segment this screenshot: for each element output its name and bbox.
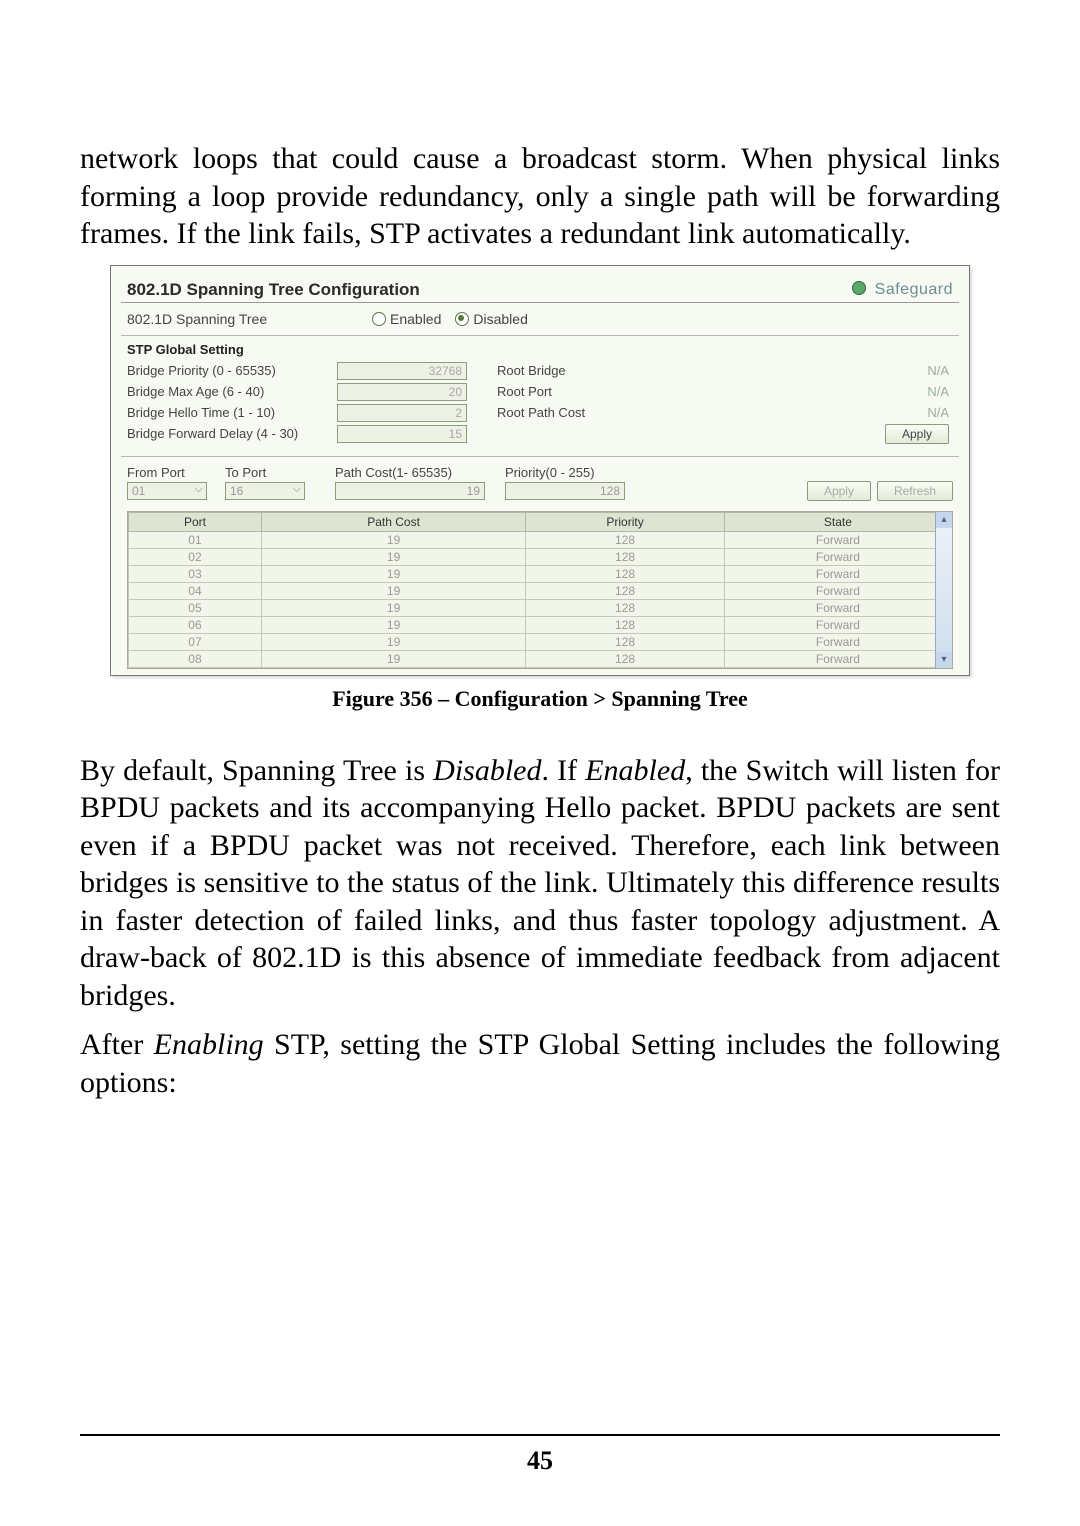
bridge-maxage-label: Bridge Max Age (6 - 40) — [127, 384, 337, 399]
root-bridge-label: Root Bridge — [497, 363, 637, 378]
radio-icon — [455, 312, 469, 326]
table-cell: Forward — [724, 548, 951, 565]
root-pathcost-label: Root Path Cost — [497, 405, 637, 420]
table-cell: 128 — [526, 633, 725, 650]
bridge-priority-label: Bridge Priority (0 - 65535) — [127, 363, 337, 378]
radio-disabled[interactable]: Disabled — [455, 311, 527, 327]
table-cell: 19 — [261, 650, 525, 667]
table-cell: Forward — [724, 565, 951, 582]
bridge-maxage-input[interactable]: 20 — [337, 383, 467, 401]
table-cell: 19 — [261, 548, 525, 565]
radio-enabled[interactable]: Enabled — [372, 311, 441, 327]
table-row: 0819128Forward — [129, 650, 952, 667]
from-port-select[interactable]: 01 — [127, 482, 207, 500]
pathcost-input[interactable]: 19 — [335, 482, 485, 500]
table-row: 0319128Forward — [129, 565, 952, 582]
table-cell: 19 — [261, 616, 525, 633]
stp-toggle-label: 802.1D Spanning Tree — [127, 311, 372, 327]
root-port-value: N/A — [637, 384, 953, 399]
table-row: 0419128Forward — [129, 582, 952, 599]
table-row: 0619128Forward — [129, 616, 952, 633]
safeguard-label: Safeguard — [875, 281, 953, 298]
table-cell: 06 — [129, 616, 262, 633]
table-row: 0119128Forward — [129, 531, 952, 548]
table-cell: 19 — [261, 599, 525, 616]
root-pathcost-value: N/A — [637, 405, 953, 420]
paragraph-3: After Enabling STP, setting the STP Glob… — [80, 1026, 1000, 1101]
th-priority: Priority — [526, 512, 725, 531]
table-cell: Forward — [724, 599, 951, 616]
table-row: 0519128Forward — [129, 599, 952, 616]
table-cell: 128 — [526, 548, 725, 565]
table-cell: 128 — [526, 616, 725, 633]
root-port-label: Root Port — [497, 384, 637, 399]
th-pathcost: Path Cost — [261, 512, 525, 531]
table-header-row: Port Path Cost Priority State — [129, 512, 952, 531]
pathcost-label: Path Cost(1- 65535) — [335, 465, 485, 480]
radio-enabled-label: Enabled — [390, 311, 441, 327]
apply-range-button[interactable]: Apply — [807, 481, 871, 501]
figure-caption: Figure 356 – Configuration > Spanning Tr… — [80, 686, 1000, 712]
table-cell: 19 — [261, 633, 525, 650]
table-cell: 07 — [129, 633, 262, 650]
stp-config-screenshot: 802.1D Spanning Tree Configuration Safeg… — [110, 265, 970, 676]
table-cell: 128 — [526, 531, 725, 548]
apply-global-button[interactable]: Apply — [885, 424, 949, 444]
table-cell: 19 — [261, 582, 525, 599]
to-port-label: To Port — [225, 465, 305, 480]
scroll-up-icon[interactable]: ▴ — [936, 512, 952, 528]
table-cell: 02 — [129, 548, 262, 565]
page-number: 45 — [0, 1446, 1080, 1476]
radio-disabled-label: Disabled — [473, 311, 527, 327]
refresh-button[interactable]: Refresh — [877, 481, 953, 501]
to-port-select[interactable]: 16 — [225, 482, 305, 500]
table-cell: 128 — [526, 599, 725, 616]
global-settings: Bridge Priority (0 - 65535) 32768 Root B… — [121, 362, 959, 452]
table-cell: Forward — [724, 582, 951, 599]
safeguard-icon — [852, 281, 866, 295]
page: network loops that could cause a broadca… — [0, 0, 1080, 1526]
table-cell: 03 — [129, 565, 262, 582]
th-state: State — [724, 512, 951, 531]
table-cell: 19 — [261, 565, 525, 582]
panel-title: 802.1D Spanning Tree Configuration — [127, 280, 420, 300]
bridge-fwddelay-input[interactable]: 15 — [337, 425, 467, 443]
table-scrollbar[interactable]: ▴ ▾ — [935, 512, 952, 668]
table-cell: Forward — [724, 531, 951, 548]
table-cell: 08 — [129, 650, 262, 667]
root-bridge-value: N/A — [637, 363, 953, 378]
port-table: Port Path Cost Priority State 0119128For… — [127, 511, 953, 669]
from-port-label: From Port — [127, 465, 207, 480]
table-cell: 128 — [526, 565, 725, 582]
table-cell: Forward — [724, 616, 951, 633]
priority-input[interactable]: 128 — [505, 482, 625, 500]
bridge-fwddelay-label: Bridge Forward Delay (4 - 30) — [127, 426, 337, 441]
table-row: 0219128Forward — [129, 548, 952, 565]
scroll-down-icon[interactable]: ▾ — [936, 652, 952, 668]
table-cell: 128 — [526, 650, 725, 667]
table-row: 0719128Forward — [129, 633, 952, 650]
footer-divider — [80, 1434, 1000, 1436]
th-port: Port — [129, 512, 262, 531]
global-setting-title: STP Global Setting — [121, 336, 959, 359]
table-cell: 01 — [129, 531, 262, 548]
table-cell: 05 — [129, 599, 262, 616]
table-cell: Forward — [724, 650, 951, 667]
table-cell: Forward — [724, 633, 951, 650]
table-cell: 19 — [261, 531, 525, 548]
bridge-hello-input[interactable]: 2 — [337, 404, 467, 422]
priority-label: Priority(0 - 255) — [505, 465, 625, 480]
paragraph-2: By default, Spanning Tree is Disabled. I… — [80, 752, 1000, 1015]
table-cell: 04 — [129, 582, 262, 599]
radio-icon — [372, 312, 386, 326]
bridge-hello-label: Bridge Hello Time (1 - 10) — [127, 405, 337, 420]
bridge-priority-input[interactable]: 32768 — [337, 362, 467, 380]
panel-titlebar: 802.1D Spanning Tree Configuration Safeg… — [121, 276, 959, 303]
intro-paragraph: network loops that could cause a broadca… — [80, 140, 1000, 253]
table-cell: 128 — [526, 582, 725, 599]
safeguard-badge: Safeguard — [852, 281, 953, 299]
